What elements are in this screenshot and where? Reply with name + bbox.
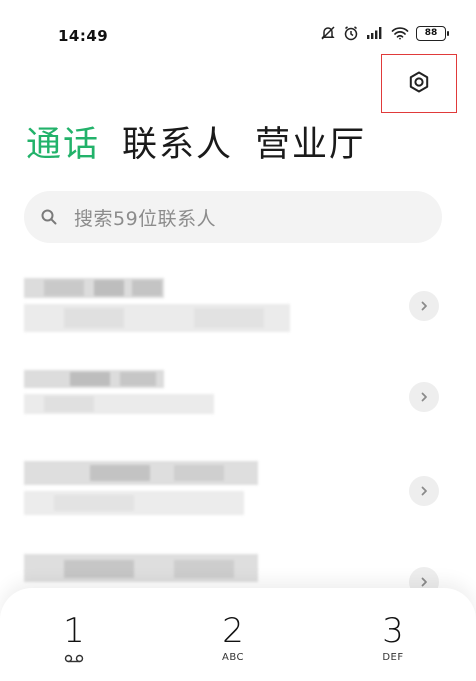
settings-hexagon-icon: [407, 70, 431, 98]
phone-app-screen: 14:49 88 通话 联系人 营业厅 搜索59位联系人 1 2 ABC 3 D…: [0, 0, 476, 681]
obscured-contact-info: [24, 461, 258, 515]
dial-key-2[interactable]: 2 ABC: [188, 614, 278, 681]
tab-calls[interactable]: 通话: [26, 128, 100, 163]
notification-off-icon: [320, 25, 336, 41]
chevron-right-icon: [421, 577, 427, 587]
status-icons: 88: [320, 25, 449, 41]
obscured-contact-info: [24, 370, 214, 414]
status-bar: 14:49 88: [0, 0, 476, 60]
tab-service-hall[interactable]: 营业厅: [255, 128, 366, 163]
dialpad: 1 2 ABC 3 DEF: [0, 588, 476, 681]
chevron-right-icon: [421, 486, 427, 496]
obscured-contact-info: [24, 278, 290, 332]
chevron-right-icon: [421, 392, 427, 402]
battery-level: 88: [424, 27, 438, 38]
alarm-icon: [343, 25, 359, 41]
search-input[interactable]: 搜索59位联系人: [24, 191, 442, 243]
list-item[interactable]: [0, 366, 476, 446]
dial-key-1[interactable]: 1: [29, 614, 119, 681]
signal-icon: [366, 26, 384, 40]
contact-detail-button[interactable]: [409, 382, 439, 412]
dial-letters: DEF: [382, 652, 404, 663]
contact-detail-button[interactable]: [409, 291, 439, 321]
list-item[interactable]: [0, 272, 476, 352]
search-placeholder: 搜索59位联系人: [74, 207, 217, 230]
wifi-icon: [391, 26, 409, 40]
dial-key-3[interactable]: 3 DEF: [348, 614, 438, 681]
chevron-right-icon: [421, 301, 427, 311]
battery-icon: 88: [416, 25, 449, 41]
obscured-contact-info: [24, 554, 258, 582]
top-tabs: 通话 联系人 营业厅: [26, 128, 366, 163]
contact-detail-button[interactable]: [409, 476, 439, 506]
tab-contacts[interactable]: 联系人: [122, 128, 233, 163]
voicemail-icon: [64, 652, 84, 664]
dial-digit: 1: [63, 611, 85, 651]
list-item[interactable]: [0, 459, 476, 539]
settings-button[interactable]: [381, 54, 457, 113]
dial-digit: 3: [382, 611, 404, 651]
search-icon: [40, 208, 58, 226]
dial-digit: 2: [222, 611, 244, 651]
status-time: 14:49: [58, 27, 109, 45]
dial-letters: ABC: [221, 652, 244, 663]
